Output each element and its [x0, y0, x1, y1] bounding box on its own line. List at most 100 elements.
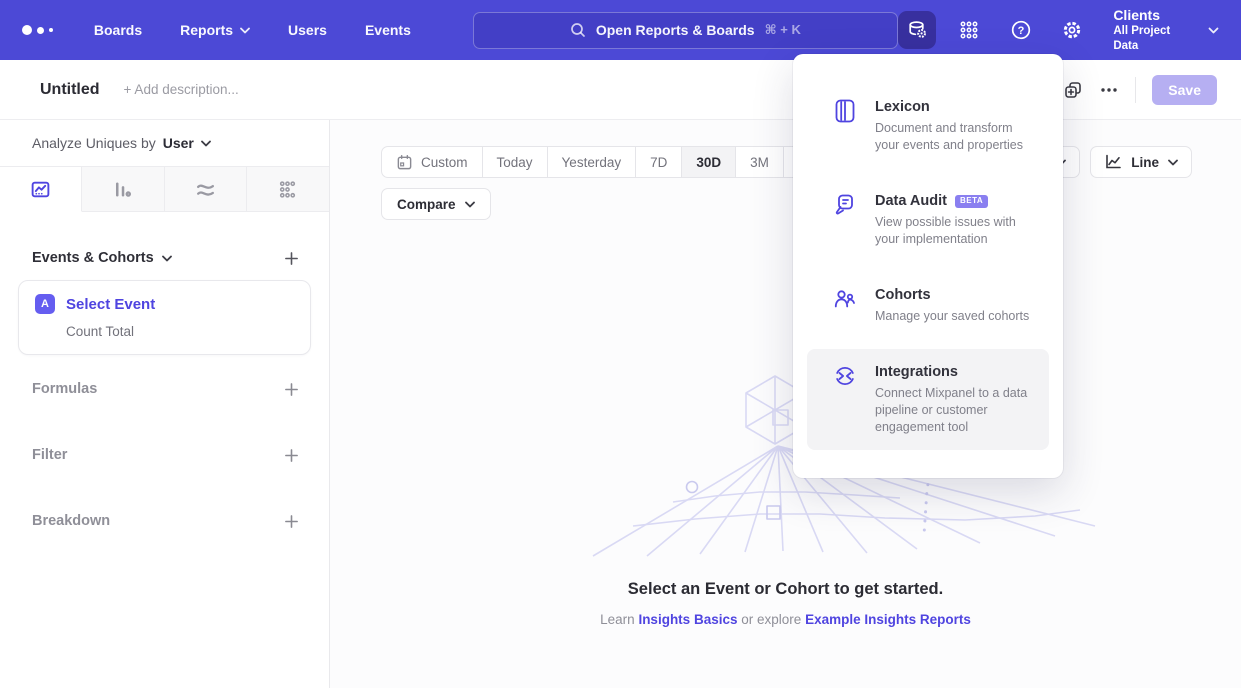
tab-flow-chart[interactable]	[165, 167, 247, 212]
formulas-row: Formulas	[0, 381, 329, 397]
select-event-button[interactable]: Select Event	[66, 296, 155, 313]
data-management-menu: Lexicon Document and transform your even…	[793, 54, 1063, 478]
ellipsis-icon	[1099, 80, 1119, 100]
add-breakdown-button[interactable]	[284, 514, 299, 529]
events-section-toggle[interactable]: Events & Cohorts	[32, 250, 172, 266]
nav-item-label: Events	[365, 22, 411, 38]
plus-icon	[284, 514, 299, 529]
data-management-button[interactable]	[898, 11, 936, 49]
add-event-button[interactable]	[284, 251, 299, 266]
plus-icon	[284, 251, 299, 266]
analyze-unit-dropdown[interactable]: User	[163, 135, 194, 151]
nav-item-label: Reports	[180, 22, 233, 38]
chevron-down-icon	[162, 255, 172, 262]
nav-item-reports[interactable]: Reports	[180, 22, 250, 38]
nav-item-events[interactable]: Events	[365, 22, 411, 38]
menu-item-integrations[interactable]: Integrations Connect Mixpanel to a data …	[807, 349, 1049, 450]
compare-dropdown[interactable]: Compare	[381, 188, 491, 220]
events-section-header: Events & Cohorts	[0, 250, 329, 266]
chevron-down-icon	[1208, 27, 1219, 34]
beta-badge: BETA	[955, 195, 988, 208]
navbar-actions: ? Clients All Project Data	[898, 7, 1219, 53]
menu-item-title: Integrations	[875, 363, 958, 381]
help-button[interactable]: ?	[1002, 11, 1040, 49]
chevron-down-icon	[1168, 159, 1178, 166]
save-button[interactable]: Save	[1152, 75, 1217, 105]
formulas-label: Formulas	[32, 381, 97, 397]
tab-metric[interactable]	[247, 167, 329, 212]
primary-nav: Boards Reports Users Events	[94, 22, 411, 38]
calendar-icon	[396, 154, 413, 171]
chart-type-dropdown[interactable]: Line	[1090, 146, 1192, 178]
nav-item-boards[interactable]: Boards	[94, 22, 142, 38]
metric-tab-icon	[277, 179, 298, 200]
add-formula-button[interactable]	[284, 382, 299, 397]
cohorts-icon	[833, 287, 857, 311]
project-scope: All Project Data	[1113, 24, 1198, 53]
menu-item-lexicon[interactable]: Lexicon Document and transform your even…	[807, 84, 1049, 168]
insights-basics-link[interactable]: Insights Basics	[638, 612, 737, 627]
report-canvas: Custom Today Yesterday 7D 30D 3M 6M Comp…	[330, 120, 1241, 688]
settings-button[interactable]	[1053, 11, 1091, 49]
apps-grid-button[interactable]	[950, 11, 988, 49]
gear-icon	[1061, 19, 1083, 41]
date-range-label: Custom	[421, 155, 468, 170]
chevron-down-icon[interactable]	[201, 140, 211, 147]
integrations-icon	[833, 364, 857, 388]
count-type-dropdown[interactable]: Count Total	[66, 324, 294, 339]
flow-tab-icon	[195, 179, 216, 200]
svg-text:?: ?	[1017, 25, 1024, 37]
nav-item-users[interactable]: Users	[288, 22, 327, 38]
tab-insights-line[interactable]	[0, 167, 82, 212]
date-range-7d[interactable]: 7D	[636, 147, 682, 177]
line-chart-icon	[1104, 153, 1122, 171]
menu-item-data-audit[interactable]: Data Audit BETA View possible issues wit…	[807, 178, 1049, 262]
example-reports-link[interactable]: Example Insights Reports	[805, 612, 971, 627]
menu-item-cohorts[interactable]: Cohorts Manage your saved cohorts	[807, 272, 1049, 339]
compare-label: Compare	[397, 197, 456, 212]
report-title[interactable]: Untitled	[40, 81, 100, 99]
lexicon-icon	[833, 99, 857, 123]
event-letter-badge: A	[35, 294, 55, 314]
menu-item-description: Document and transform your events and p…	[875, 120, 1037, 154]
breakdown-label: Breakdown	[32, 513, 110, 529]
empty-state-title: Select an Event or Cohort to get started…	[330, 580, 1241, 599]
menu-item-title: Data Audit	[875, 192, 947, 210]
filter-row: Filter	[0, 447, 329, 463]
date-range-yesterday[interactable]: Yesterday	[548, 147, 637, 177]
nav-item-label: Boards	[94, 22, 142, 38]
analyze-row: Analyze Uniques by User	[0, 120, 329, 166]
date-range-label: Today	[497, 155, 533, 170]
analyze-label: Analyze Uniques by	[32, 135, 156, 151]
global-search-input[interactable]: Open Reports & Boards ⌘ + K	[473, 12, 898, 49]
date-range-custom[interactable]: Custom	[382, 147, 483, 177]
project-selector[interactable]: Clients All Project Data	[1113, 7, 1219, 53]
date-range-3m[interactable]: 3M	[736, 147, 784, 177]
plus-icon	[284, 448, 299, 463]
events-section-title: Events & Cohorts	[32, 250, 154, 266]
visualization-tabs	[0, 166, 329, 212]
nav-item-label: Users	[288, 22, 327, 38]
menu-item-title: Cohorts	[875, 286, 931, 304]
more-options-button[interactable]	[1099, 80, 1119, 100]
bar-chart-tab-icon	[112, 179, 133, 200]
divider	[1135, 77, 1136, 103]
event-row-card[interactable]: A Select Event Count Total	[18, 280, 311, 355]
tab-bar-chart[interactable]	[82, 167, 164, 212]
search-icon	[570, 22, 586, 38]
mixpanel-logo-icon[interactable]	[22, 25, 68, 35]
add-filter-button[interactable]	[284, 448, 299, 463]
date-range-today[interactable]: Today	[483, 147, 548, 177]
date-range-30d[interactable]: 30D	[682, 147, 736, 177]
line-chart-tab-icon	[30, 179, 51, 200]
duplicate-report-button[interactable]	[1063, 80, 1083, 100]
report-description-placeholder[interactable]: + Add description...	[124, 82, 239, 97]
chart-type-label: Line	[1131, 155, 1159, 170]
date-toolbar: Custom Today Yesterday 7D 30D 3M 6M Comp…	[381, 146, 832, 220]
chevron-down-icon	[240, 27, 250, 34]
help-icon: ?	[1010, 19, 1032, 41]
duplicate-icon	[1063, 80, 1083, 100]
chevron-down-icon	[465, 201, 475, 208]
report-header-actions: Save	[1063, 75, 1217, 105]
menu-item-description: View possible issues with your implement…	[875, 214, 1037, 248]
